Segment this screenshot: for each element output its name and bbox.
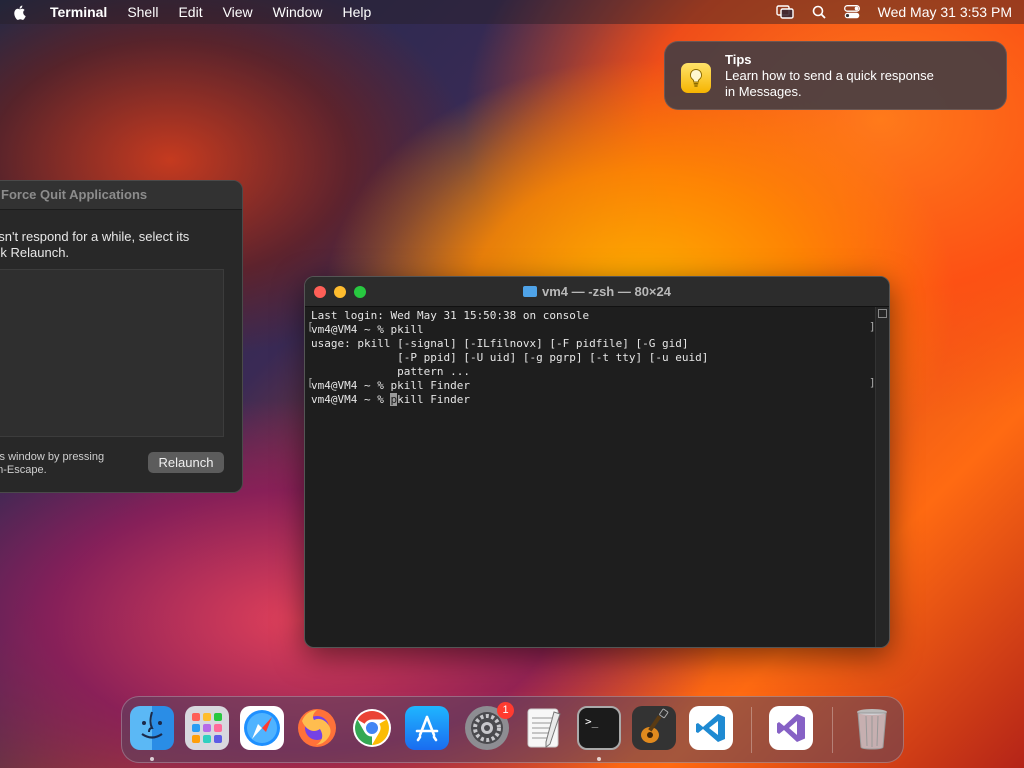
tips-notification[interactable]: Tips Learn how to send a quick response … <box>664 41 1007 110</box>
terminal-line: [-P ppid] [-U uid] [-g pgrp] [-t tty] [-… <box>311 351 709 364</box>
force-quit-message-line1: esn't respond for a while, select its <box>0 229 190 244</box>
svg-text:>_: >_ <box>585 715 599 728</box>
force-quit-message-line2: ick Relaunch. <box>0 245 70 260</box>
dock-separator <box>832 707 833 753</box>
running-indicator <box>597 757 601 761</box>
control-center-icon[interactable] <box>843 5 860 19</box>
scroll-marker-icon[interactable] <box>878 309 887 318</box>
running-indicator <box>150 757 154 761</box>
terminal-input: kill Finder <box>397 393 470 406</box>
menu-bar: Terminal Shell Edit View Window Help Wed… <box>0 0 1024 24</box>
dock-safari-icon[interactable] <box>240 706 284 750</box>
terminal-title: vm4 — -zsh — 80×24 <box>305 277 889 306</box>
list-item[interactable]: al <box>0 270 223 287</box>
apple-icon[interactable] <box>12 4 28 20</box>
terminal-output[interactable]: Last login: Wed May 31 15:50:38 on conso… <box>305 307 875 647</box>
dock-vscode-icon[interactable] <box>689 706 733 750</box>
dock-launchpad-icon[interactable] <box>185 706 229 750</box>
relaunch-button[interactable]: Relaunch <box>148 452 224 473</box>
menu-window[interactable]: Window <box>273 4 323 20</box>
notification-body-line1: Learn how to send a quick response <box>725 68 934 83</box>
menubar-clock[interactable]: Wed May 31 3:53 PM <box>878 4 1012 20</box>
dock-trash-icon[interactable] <box>850 706 894 750</box>
menu-app-terminal[interactable]: Terminal <box>50 4 107 20</box>
dock-terminal-icon[interactable]: >_ <box>577 706 621 750</box>
notification-body-line2: in Messages. <box>725 84 802 99</box>
notification-text: Tips Learn how to send a quick response … <box>725 52 934 100</box>
mark-bracket-left: [ <box>307 376 314 389</box>
terminal-line: pattern ... <box>311 365 470 378</box>
mark-bracket-left: [ <box>307 320 314 333</box>
screen-mirroring-icon[interactable] <box>775 5 794 19</box>
terminal-current-line[interactable]: vm4@VM4 ~ % pkill Finder <box>311 393 875 407</box>
force-quit-title: Force Quit Applications <box>0 181 242 210</box>
terminal-line: usage: pkill [-signal] [-ILfilnovx] [-F … <box>311 337 689 350</box>
dock-textedit-icon[interactable] <box>522 706 566 750</box>
menu-help[interactable]: Help <box>342 4 371 20</box>
terminal-window: vm4 — -zsh — 80×24 Last login: Wed May 3… <box>304 276 890 648</box>
menu-view[interactable]: View <box>223 4 253 20</box>
force-quit-window: Force Quit Applications esn't respond fo… <box>0 180 243 493</box>
settings-badge: 1 <box>497 702 514 719</box>
folder-icon <box>523 286 537 297</box>
terminal-prompt: vm4@VM4 ~ % <box>311 393 391 406</box>
dock-finder-icon[interactable] <box>130 706 174 750</box>
force-quit-hint-line2: on-Escape. <box>0 464 47 476</box>
terminal-title-text: vm4 — -zsh — 80×24 <box>542 284 671 299</box>
dock-chrome-icon[interactable] <box>350 706 394 750</box>
dock-garageband-icon[interactable] <box>632 706 676 750</box>
force-quit-hint-line1: nis window by pressing <box>0 451 105 463</box>
terminal-scrollbar[interactable] <box>875 307 889 647</box>
dock-firefox-icon[interactable] <box>295 706 339 750</box>
dock-appstore-icon[interactable] <box>405 706 449 750</box>
menu-extras: Wed May 31 3:53 PM <box>775 4 1012 20</box>
terminal-titlebar[interactable]: vm4 — -zsh — 80×24 <box>305 277 889 307</box>
menu-shell[interactable]: Shell <box>127 4 158 20</box>
dock-visual-studio-icon[interactable] <box>769 706 813 750</box>
terminal-line: Last login: Wed May 31 15:50:38 on conso… <box>311 309 590 322</box>
force-quit-message: esn't respond for a while, select its ic… <box>0 229 231 261</box>
terminal-line: vm4@VM4 ~ % pkill <box>311 323 424 336</box>
app-list[interactable]: al <box>0 269 224 437</box>
lightbulb-icon <box>681 63 711 93</box>
terminal-line: vm4@VM4 ~ % pkill Finder <box>311 379 470 392</box>
notification-title: Tips <box>725 52 752 67</box>
dock-separator <box>751 707 752 753</box>
dock: 1 >_ <box>121 696 904 763</box>
menu-edit[interactable]: Edit <box>178 4 202 20</box>
force-quit-hint: nis window by pressing on-Escape. <box>0 451 104 477</box>
spotlight-icon[interactable] <box>812 5 826 19</box>
